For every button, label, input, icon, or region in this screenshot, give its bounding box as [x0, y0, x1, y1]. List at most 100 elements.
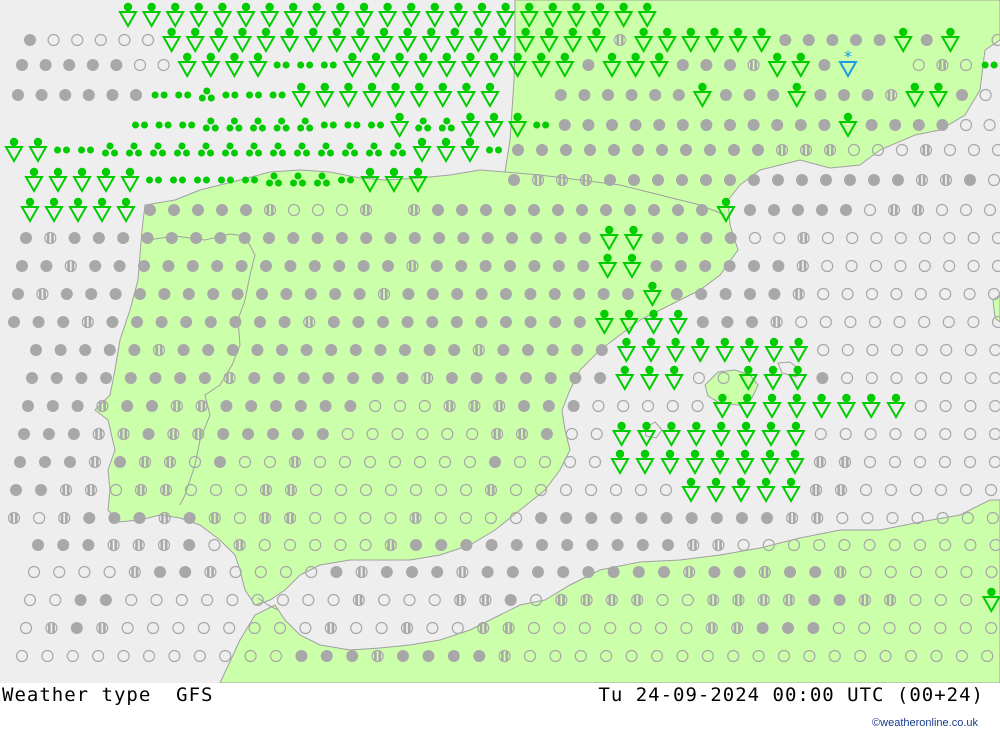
overcast-icon [57, 539, 70, 551]
clear-icon [935, 203, 949, 217]
clear-icon [375, 621, 388, 635]
rain-shower-icon [610, 449, 630, 476]
rain-shower-icon [639, 365, 660, 392]
overcast-icon [240, 204, 252, 216]
model-label: GFS [176, 684, 214, 706]
clear-icon [859, 483, 873, 497]
overcast-icon [868, 174, 880, 186]
overcast-icon [82, 89, 95, 101]
partly-cloudy-icon [84, 483, 98, 497]
partly-cloudy-icon [58, 511, 71, 525]
overcast-icon [226, 344, 239, 356]
overcast-icon [273, 372, 285, 384]
clear-icon [866, 343, 879, 357]
overcast-icon [99, 594, 112, 606]
clear-icon [47, 33, 60, 47]
overcast-icon [506, 232, 518, 244]
clear-icon [943, 231, 956, 245]
overcast-icon [744, 204, 756, 216]
overcast-icon [578, 89, 591, 101]
light-rain-icon [54, 146, 70, 154]
overcast-icon [333, 260, 346, 272]
clear-icon [659, 483, 673, 497]
partly-cloudy-icon [132, 538, 145, 552]
partly-cloudy-icon [355, 565, 368, 579]
light-rain-icon [146, 176, 162, 184]
overcast-icon [39, 456, 51, 468]
overcast-icon [325, 344, 338, 356]
light-rain-icon [246, 91, 262, 99]
overcast-icon [75, 372, 88, 384]
overcast-icon [573, 316, 586, 328]
clear-icon [911, 511, 924, 525]
overcast-icon [18, 428, 30, 440]
overcast-icon [625, 89, 638, 101]
clear-icon [15, 649, 29, 663]
land-layer [94, 0, 1000, 683]
overcast-icon [295, 650, 308, 662]
rain-shower-icon [409, 82, 429, 109]
overcast-icon [485, 539, 498, 551]
partly-cloudy-icon [59, 483, 73, 497]
overcast-icon [586, 539, 599, 551]
partly-cloudy-icon [400, 621, 414, 635]
clear-icon [868, 315, 882, 329]
overcast-icon [192, 204, 204, 216]
overcast-icon [662, 539, 674, 551]
rain-shower-icon [28, 137, 48, 164]
map-title-label: Weather type [2, 684, 152, 706]
clear-icon [403, 593, 416, 607]
clear-icon [959, 483, 973, 497]
overcast-icon [216, 204, 228, 216]
overcast-icon [724, 59, 736, 71]
overcast-icon [636, 539, 649, 551]
rain-icon [102, 142, 118, 157]
overcast-icon [377, 316, 389, 328]
clear-icon [150, 593, 163, 607]
clear-icon [861, 511, 874, 525]
overcast-icon [648, 204, 660, 216]
credit-link[interactable]: ©weatheronline.co.uk [872, 717, 978, 729]
svg-text:*: * [844, 47, 852, 66]
overcast-icon [460, 539, 473, 551]
clear-icon [942, 315, 955, 329]
overcast-icon [628, 174, 640, 186]
clear-icon [914, 427, 927, 441]
overcast-icon [744, 288, 756, 300]
rain-icon [270, 142, 286, 157]
overcast-icon [473, 650, 486, 662]
overcast-icon [280, 288, 293, 300]
overcast-icon [720, 89, 732, 101]
overcast-icon [74, 594, 87, 606]
clear-icon [565, 427, 578, 441]
clear-icon [814, 427, 827, 441]
rain-shower-icon [209, 27, 229, 54]
overcast-icon [838, 89, 850, 101]
rain-icon [198, 142, 214, 157]
clear-icon [959, 118, 973, 132]
clear-icon [841, 287, 854, 301]
partly-cloudy-icon [456, 565, 469, 579]
rain-shower-icon [641, 337, 661, 364]
overcast-icon [158, 288, 171, 300]
overcast-icon [549, 316, 562, 328]
rain-shower-icon [48, 167, 68, 194]
overcast-icon [182, 288, 195, 300]
rain-shower-icon [492, 27, 512, 54]
overcast-icon [346, 650, 359, 662]
overcast-icon [16, 260, 28, 272]
weather-map[interactable]: * [0, 0, 1000, 683]
overcast-icon [144, 204, 156, 216]
partly-cloudy-icon [797, 231, 810, 245]
overcast-icon [557, 566, 570, 578]
overcast-icon [475, 288, 488, 300]
light-rain-icon [218, 176, 234, 184]
rain-shower-icon [484, 52, 504, 79]
rain-icon [297, 117, 314, 132]
light-rain-icon [981, 61, 998, 69]
partly-cloudy-icon [809, 483, 823, 497]
rain-shower-icon [681, 477, 701, 504]
overcast-icon [357, 260, 370, 272]
clear-icon [918, 231, 932, 245]
clear-icon [890, 287, 903, 301]
